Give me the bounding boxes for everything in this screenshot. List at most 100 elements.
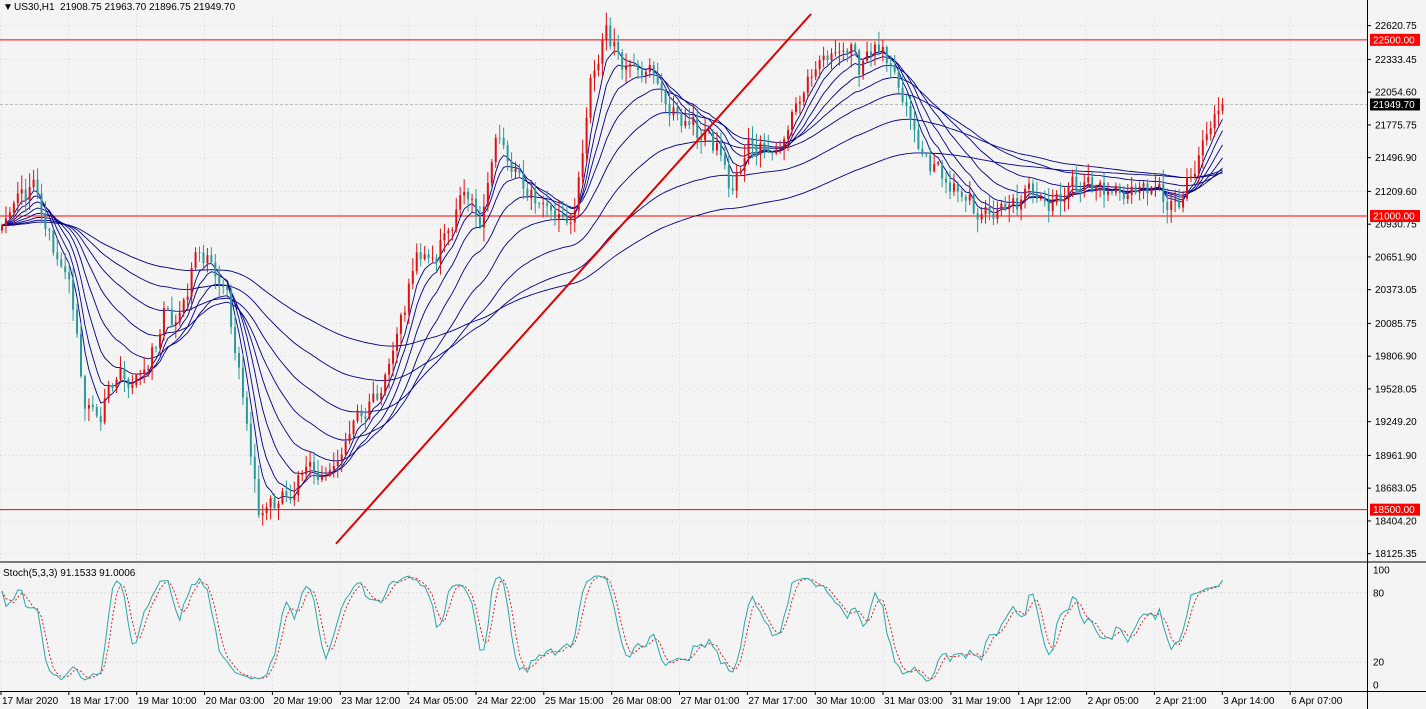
candle-body bbox=[976, 213, 979, 220]
stoch-tick-label: 80 bbox=[1373, 588, 1385, 599]
candle-body bbox=[629, 64, 632, 67]
candle-body bbox=[1142, 183, 1145, 187]
candle-body bbox=[960, 191, 963, 197]
candle-body bbox=[913, 120, 916, 130]
price-tick-label: 18125.35 bbox=[1375, 549, 1417, 560]
candle-body bbox=[988, 206, 991, 214]
candle-body bbox=[712, 131, 714, 151]
candle-body bbox=[490, 162, 493, 184]
candle-body bbox=[964, 196, 967, 201]
candle-body bbox=[1130, 186, 1133, 195]
candle-body bbox=[1067, 186, 1070, 200]
candle-body bbox=[107, 385, 110, 399]
candle-body bbox=[1182, 198, 1185, 208]
symbol-menu-arrow-icon[interactable]: ▼ bbox=[3, 2, 13, 13]
candle-body bbox=[858, 50, 861, 75]
candle-body bbox=[1059, 193, 1062, 202]
candle-body bbox=[388, 363, 391, 375]
candle-body bbox=[214, 262, 217, 277]
candle-body bbox=[573, 210, 576, 223]
price-tick-label: 19806.90 bbox=[1375, 352, 1417, 363]
time-tick-label: 23 Mar 12:00 bbox=[341, 696, 400, 707]
candle-body bbox=[609, 25, 612, 47]
time-tick-label: 24 Mar 05:00 bbox=[409, 696, 468, 707]
candle-body bbox=[364, 416, 367, 419]
level-price-tag-label: 18500.00 bbox=[1373, 505, 1415, 516]
candle-body bbox=[131, 385, 134, 388]
candle-body bbox=[617, 42, 620, 53]
price-tick-label: 21496.90 bbox=[1375, 153, 1417, 164]
candle-body bbox=[317, 471, 319, 480]
candle-body bbox=[510, 161, 513, 172]
candle-body bbox=[166, 308, 169, 310]
candle-body bbox=[1012, 198, 1015, 205]
candle-body bbox=[348, 434, 351, 442]
candle-body bbox=[245, 397, 248, 424]
candle-body bbox=[332, 466, 335, 470]
candle-body bbox=[992, 213, 995, 219]
price-tick-label: 20373.05 bbox=[1375, 285, 1417, 296]
time-tick-label: 20 Mar 19:00 bbox=[273, 696, 332, 707]
candle-body bbox=[1031, 183, 1034, 194]
candle-body bbox=[1189, 176, 1192, 178]
candle-body bbox=[565, 217, 568, 223]
candle-body bbox=[1186, 177, 1188, 199]
candle-body bbox=[743, 158, 746, 172]
candle-body bbox=[747, 139, 750, 159]
candle-body bbox=[76, 309, 79, 334]
candle-body bbox=[917, 129, 920, 149]
candle-body bbox=[561, 213, 564, 218]
candle-body bbox=[190, 268, 193, 297]
candle-body bbox=[151, 347, 154, 369]
candle-body bbox=[684, 121, 687, 126]
time-tick-label: 26 Mar 08:00 bbox=[613, 696, 672, 707]
candle-body bbox=[542, 203, 545, 205]
candle-body bbox=[427, 254, 430, 259]
candle-body bbox=[241, 367, 244, 398]
candle-body bbox=[802, 92, 805, 102]
candle-body bbox=[1091, 177, 1094, 190]
time-tick-label: 17 Mar 2020 bbox=[2, 696, 59, 707]
candle-body bbox=[945, 178, 948, 183]
candle-body bbox=[103, 398, 106, 423]
candle-body bbox=[506, 145, 509, 162]
candle-body bbox=[1043, 197, 1046, 202]
candle-body bbox=[1008, 204, 1011, 210]
candle-body bbox=[419, 252, 422, 260]
candle-body bbox=[1146, 183, 1149, 194]
candle-body bbox=[1174, 200, 1177, 202]
candle-body bbox=[198, 252, 201, 254]
candle-body bbox=[87, 405, 90, 409]
candle-body bbox=[660, 83, 663, 91]
candle-body bbox=[814, 69, 817, 77]
candle-body bbox=[1217, 110, 1220, 115]
candle-body bbox=[1, 225, 3, 231]
time-tick-label: 27 Mar 01:00 bbox=[681, 696, 740, 707]
candle-body bbox=[352, 420, 355, 435]
candle-body bbox=[672, 107, 675, 116]
candle-body bbox=[1201, 140, 1204, 156]
candle-body bbox=[1000, 203, 1003, 210]
candle-body bbox=[589, 77, 592, 118]
candle-body bbox=[68, 272, 71, 280]
candle-body bbox=[870, 51, 872, 56]
candle-body bbox=[688, 121, 691, 125]
candle-body bbox=[238, 353, 240, 368]
candle-body bbox=[767, 147, 770, 152]
candle-body bbox=[949, 182, 951, 192]
candle-body bbox=[1051, 202, 1054, 211]
candle-body bbox=[340, 454, 343, 462]
candle-body bbox=[206, 255, 209, 264]
candle-body bbox=[1063, 199, 1066, 202]
price-tick-label: 21775.75 bbox=[1375, 120, 1417, 131]
chart-root: 22620.75 22333.45 22054.60 21775.75 21496.90… bbox=[0, 0, 1426, 709]
candle-body bbox=[64, 266, 67, 273]
candle-body bbox=[905, 102, 908, 106]
candle-body bbox=[407, 283, 410, 313]
candle-body bbox=[530, 189, 533, 199]
candle-body bbox=[439, 240, 442, 263]
candle-body bbox=[455, 209, 458, 230]
candle-body bbox=[56, 252, 59, 260]
candle-body bbox=[933, 164, 936, 172]
candle-body bbox=[447, 230, 450, 234]
